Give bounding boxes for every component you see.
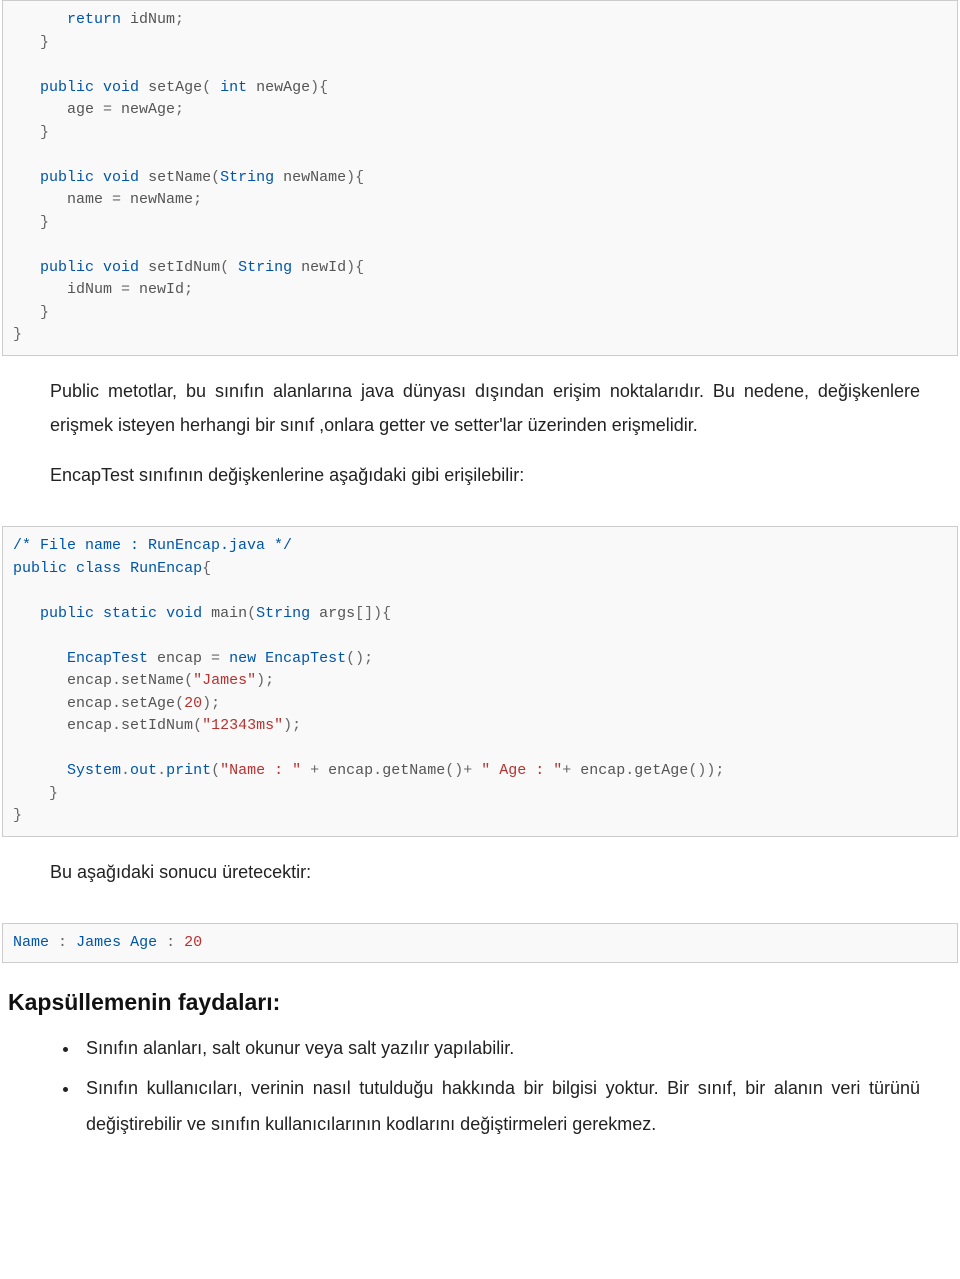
code-line: encap.setIdNum("12343ms"); [13,717,301,734]
code-line: public void setIdNum( String newId){ [13,259,364,276]
code-line: age = newAge; [13,101,184,118]
code-line: System.out.print("Name : " + encap.getNa… [13,762,724,779]
code-line: public static void main(String args[]){ [13,605,391,622]
code-line: public void setName(String newName){ [13,169,364,186]
paragraph-2: EncapTest sınıfının değişkenlerine aşağı… [50,458,920,492]
code-line: } [13,34,49,51]
code-line: encap.setAge(20); [13,695,220,712]
code-line: public void setAge( int newAge){ [13,79,328,96]
paragraph-3: Bu aşağıdaki sonucu üretecektir: [50,855,920,889]
code-line: } [13,326,22,343]
code-line: } [13,124,49,141]
code-block-2: /* File name : RunEncap.java */ public c… [2,526,958,837]
code-line: idNum = newId; [13,281,193,298]
paragraph-section-1: Public metotlar, bu sınıfın alanlarına j… [0,356,960,527]
code-line: } [13,214,49,231]
output-line: Name : James Age : 20 [13,934,202,951]
list-item: Sınıfın kullanıcıları, verinin nasıl tut… [80,1070,920,1142]
code-line: public class RunEncap{ [13,560,211,577]
code-block-3: Name : James Age : 20 [2,923,958,964]
paragraph-1: Public metotlar, bu sınıfın alanlarına j… [50,374,920,442]
code-line: } [13,304,49,321]
code-line: } [13,785,58,802]
section-heading: Kapsüllemenin faydaları: [0,985,960,1030]
code-line: EncapTest encap = new EncapTest(); [13,650,373,667]
code-line: name = newName; [13,191,202,208]
code-block-1: return idNum; } public void setAge( int … [2,0,958,356]
benefits-list: Sınıfın alanları, salt okunur veya salt … [0,1030,960,1142]
paragraph-section-2: Bu aşağıdaki sonucu üretecektir: [0,837,960,923]
code-line: return idNum; [13,11,184,28]
list-item: Sınıfın alanları, salt okunur veya salt … [80,1030,920,1066]
code-line: } [13,807,22,824]
code-line: /* File name : RunEncap.java */ [13,537,292,554]
code-line: encap.setName("James"); [13,672,274,689]
